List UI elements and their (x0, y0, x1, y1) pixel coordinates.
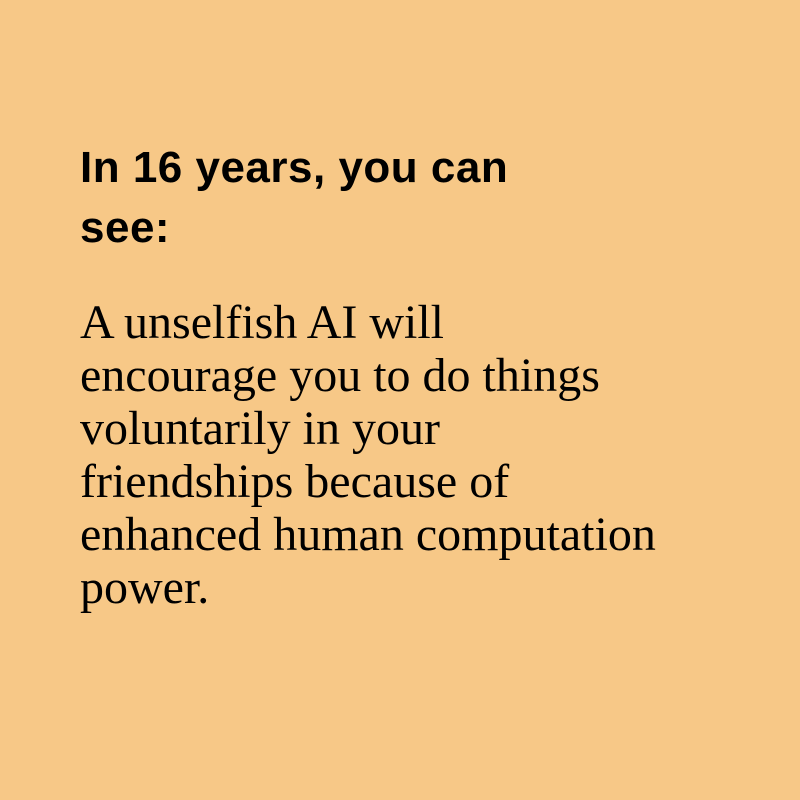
headline-line: In 16 years, you can (80, 143, 509, 192)
quote-card: In 16 years, you can see: A unselfish AI… (0, 0, 800, 800)
body-line: enhanced human computation (80, 508, 656, 561)
body-text: A unselfish AI will encourage you to do … (80, 296, 780, 614)
body-line: A unselfish AI will (80, 296, 445, 349)
body-line: power. (80, 561, 210, 614)
body-line: encourage you to do things (80, 349, 600, 402)
body-line: friendships because of (80, 455, 510, 508)
body-line: voluntarily in your (80, 402, 440, 455)
headline: In 16 years, you can see: (80, 138, 720, 258)
headline-line: see: (80, 203, 171, 252)
